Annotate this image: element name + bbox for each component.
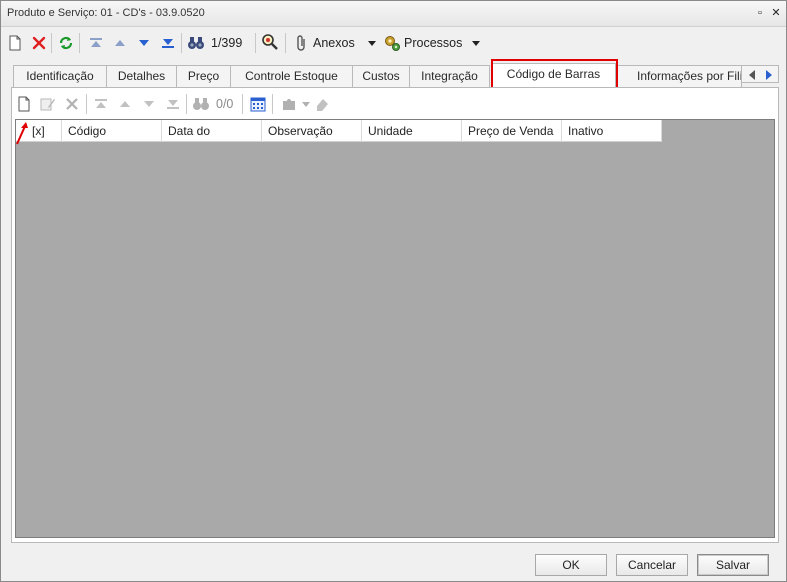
- delete-icon[interactable]: [63, 95, 81, 113]
- tab-detalhes[interactable]: Detalhes: [106, 65, 177, 87]
- search-magnifier-icon[interactable]: [261, 33, 279, 51]
- save-button[interactable]: Salvar: [697, 554, 769, 576]
- red-arrow-annotation: [16, 122, 28, 145]
- grid-record-counter: 0/0: [216, 97, 234, 111]
- toolbar-separator: [79, 33, 80, 53]
- previous-record-icon[interactable]: [116, 95, 134, 113]
- puzzle-icon[interactable]: [280, 95, 298, 113]
- tab-scroll-controls: [741, 65, 779, 83]
- tab-scroll-left-icon[interactable]: [743, 66, 761, 84]
- first-record-icon[interactable]: [92, 95, 110, 113]
- new-icon[interactable]: [15, 95, 33, 113]
- tab-identificacao[interactable]: Identificação: [13, 65, 107, 87]
- column-header-codigo[interactable]: Código: [62, 120, 162, 142]
- next-record-icon[interactable]: [135, 34, 153, 52]
- paperclip-icon[interactable]: [293, 34, 311, 52]
- column-header-data[interactable]: Data do: [162, 120, 262, 142]
- grid-toolbar: 0/0: [12, 90, 778, 118]
- toolbar-separator: [51, 33, 52, 53]
- dropdown-arrow-icon[interactable]: [467, 34, 485, 52]
- column-header-preco-de-venda[interactable]: Preço de Venda: [462, 120, 562, 142]
- dropdown-arrow-icon[interactable]: [363, 34, 381, 52]
- toolbar-separator: [186, 94, 187, 114]
- tab-strip: Identificação Detalhes Preço Controle Es…: [13, 63, 779, 88]
- minimize-icon[interactable]: ▫: [753, 6, 767, 20]
- grid-header: [x] Código Data do Observação Unidade Pr…: [16, 120, 662, 142]
- ok-button[interactable]: OK: [535, 554, 607, 576]
- toolbar-separator: [86, 94, 87, 114]
- tab-integracao[interactable]: Integração: [409, 65, 490, 87]
- toolbar-separator: [242, 94, 243, 114]
- column-header-unidade[interactable]: Unidade: [362, 120, 462, 142]
- column-header-inativo[interactable]: Inativo: [562, 120, 662, 142]
- next-record-icon[interactable]: [140, 95, 158, 113]
- first-record-icon[interactable]: [87, 34, 105, 52]
- record-counter: 1/399: [211, 36, 243, 50]
- title-bar: Produto e Serviço: 01 - CD's - 03.9.0520…: [1, 1, 786, 27]
- last-record-icon[interactable]: [164, 95, 182, 113]
- product-service-window: Produto e Serviço: 01 - CD's - 03.9.0520…: [0, 0, 787, 582]
- new-icon[interactable]: [6, 34, 24, 52]
- window-title: Produto e Serviço: 01 - CD's - 03.9.0520: [7, 7, 205, 19]
- toolbar-separator: [255, 33, 256, 53]
- binoculars-icon[interactable]: [192, 95, 210, 113]
- toolbar-separator: [272, 94, 273, 114]
- tab-scroll-right-icon[interactable]: [760, 66, 778, 84]
- eraser-icon[interactable]: [313, 95, 331, 113]
- refresh-icon[interactable]: [57, 34, 75, 52]
- gears-icon[interactable]: [383, 34, 401, 52]
- calendar-icon[interactable]: [249, 95, 267, 113]
- barcode-grid[interactable]: [x] Código Data do Observação Unidade Pr…: [15, 119, 775, 538]
- column-header-observacao[interactable]: Observação: [262, 120, 362, 142]
- tab-controle-estoque[interactable]: Controle Estoque: [230, 65, 353, 87]
- column-header-label: [x]: [32, 124, 45, 138]
- tab-custos[interactable]: Custos: [352, 65, 410, 87]
- tab-informacoes-por-filial[interactable]: Informações por Fili: [617, 65, 742, 87]
- tab-codigo-de-barras[interactable]: Código de Barras: [491, 63, 616, 88]
- processes-menu[interactable]: Processos: [404, 36, 462, 50]
- attachments-menu[interactable]: Anexos: [313, 36, 355, 50]
- toolbar-separator: [285, 33, 286, 53]
- cancel-button[interactable]: Cancelar: [616, 554, 688, 576]
- delete-icon[interactable]: [30, 34, 48, 52]
- tab-preco[interactable]: Preço: [176, 65, 231, 87]
- binoculars-icon[interactable]: [187, 34, 205, 52]
- edit-icon[interactable]: [39, 95, 57, 113]
- main-toolbar: 1/399 Anexos Processos: [1, 29, 786, 57]
- previous-record-icon[interactable]: [111, 34, 129, 52]
- toolbar-separator: [181, 33, 182, 53]
- barcode-tab-panel: 0/0 [x] Código Data do Observação Unidad…: [11, 87, 779, 543]
- close-icon[interactable]: ✕: [769, 6, 783, 20]
- last-record-icon[interactable]: [159, 34, 177, 52]
